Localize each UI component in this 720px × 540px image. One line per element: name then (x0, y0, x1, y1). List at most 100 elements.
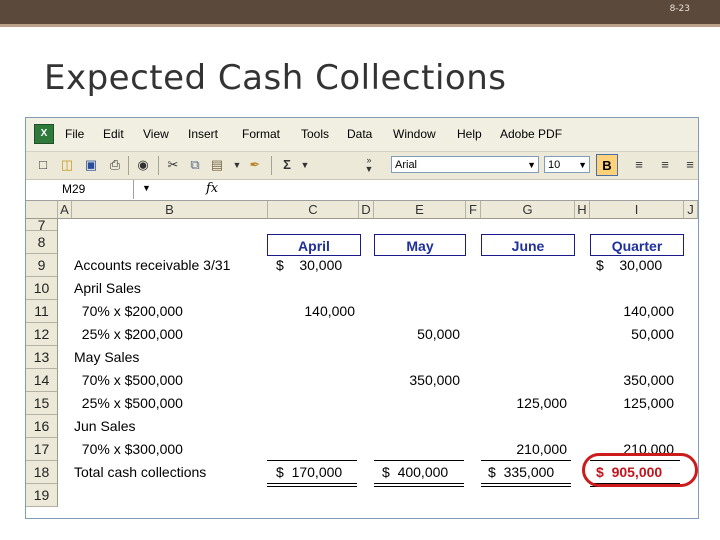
column-header-j[interactable]: J (684, 201, 698, 219)
cell-quarter[interactable]: 125,000 (588, 392, 674, 415)
menu-adobe-pdf[interactable]: Adobe PDF (500, 127, 562, 141)
cell-april-total[interactable]: $ 170,000 (276, 461, 356, 484)
menu-format[interactable]: Format (242, 127, 280, 141)
cell-may[interactable]: 350,000 (374, 369, 460, 392)
font-size-select[interactable]: 10 ▼ (544, 156, 590, 173)
menu-bar: X File Edit View Insert Format Tools Dat… (26, 118, 698, 152)
menu-view[interactable]: View (143, 127, 169, 141)
font-name-value: Arial (395, 159, 418, 171)
column-header-a[interactable]: A (58, 201, 72, 219)
menu-tools[interactable]: Tools (301, 127, 329, 141)
row-label[interactable]: 25% x $500,000 (74, 392, 183, 415)
standard-toolbar: □ ◫ ▣ ⎙ ◉ ✂ ⧉ ▤ ▼ ✒ Σ ▼ » ▼ Arial ▼ 10 ▼ … (26, 152, 698, 180)
row-label[interactable]: 70% x $300,000 (74, 438, 183, 461)
cell-june[interactable]: 125,000 (481, 392, 567, 415)
toolbar-separator (158, 156, 159, 175)
preview-icon[interactable]: ◉ (134, 156, 152, 174)
name-box[interactable]: M29 (26, 180, 134, 199)
align-left-icon[interactable]: ≡ (630, 156, 648, 174)
align-right-icon[interactable]: ≡ (681, 156, 698, 174)
autosum-dropdown-icon[interactable]: ▼ (296, 156, 314, 174)
menu-edit[interactable]: Edit (103, 127, 124, 141)
column-header-i[interactable]: I (590, 201, 684, 219)
menu-insert[interactable]: Insert (188, 127, 218, 141)
cell-june[interactable]: 210,000 (481, 438, 567, 461)
double-underline (481, 483, 571, 487)
toolbar-separator (128, 156, 129, 175)
row-header[interactable]: 13 (26, 346, 58, 369)
row-header[interactable]: 9 (26, 254, 58, 277)
column-header-g[interactable]: G (481, 201, 575, 219)
format-painter-icon[interactable]: ✒ (246, 156, 264, 174)
chevron-down-icon: ▼ (578, 160, 587, 170)
header-quarter[interactable]: Quarter (590, 234, 684, 256)
cell-quarter[interactable]: 350,000 (588, 369, 674, 392)
row-header[interactable]: 18 (26, 461, 58, 484)
row-label[interactable]: 25% x $200,000 (74, 323, 183, 346)
cell-may[interactable]: 50,000 (374, 323, 460, 346)
select-all-corner[interactable] (26, 201, 58, 219)
print-icon[interactable]: ⎙ (106, 156, 124, 174)
header-april[interactable]: April (267, 234, 361, 256)
chevron-down-icon: ▼ (527, 160, 536, 170)
toolbar-separator (271, 156, 272, 175)
row-header[interactable]: 14 (26, 369, 58, 392)
cell-quarter[interactable]: 50,000 (588, 323, 674, 346)
open-icon[interactable]: ◫ (58, 156, 76, 174)
cell-june-total[interactable]: $ 335,000 (488, 461, 568, 484)
row-label[interactable]: May Sales (74, 346, 139, 369)
row-header[interactable]: 10 (26, 277, 58, 300)
cell-april[interactable]: 140,000 (269, 300, 355, 323)
font-size-value: 10 (548, 159, 561, 171)
paste-dropdown-icon[interactable]: ▼ (228, 156, 246, 174)
cell-april[interactable]: $ 30,000 (276, 254, 356, 277)
cell-quarter[interactable]: 140,000 (588, 300, 674, 323)
row-header[interactable]: 11 (26, 300, 58, 323)
autosum-icon[interactable]: Σ (278, 156, 296, 174)
fx-icon[interactable]: fx (206, 181, 218, 196)
column-header-c[interactable]: C (268, 201, 359, 219)
column-header-d[interactable]: D (359, 201, 374, 219)
column-header-e[interactable]: E (374, 201, 466, 219)
row-header[interactable]: 7 (26, 219, 58, 231)
new-icon[interactable]: □ (34, 156, 52, 174)
save-icon[interactable]: ▣ (82, 156, 100, 174)
row-label[interactable]: Accounts receivable 3/31 (74, 254, 230, 277)
cut-icon[interactable]: ✂ (164, 156, 182, 174)
row-label[interactable]: Jun Sales (74, 415, 135, 438)
row-header[interactable]: 15 (26, 392, 58, 415)
bold-button[interactable]: B (596, 154, 618, 176)
menu-window[interactable]: Window (393, 127, 436, 141)
row-header[interactable]: 8 (26, 231, 58, 254)
toolbar-options-icon[interactable]: » ▼ (363, 156, 375, 176)
name-box-dropdown-icon[interactable]: ▼ (142, 183, 151, 193)
row-header[interactable]: 12 (26, 323, 58, 346)
cell-may-total[interactable]: $ 400,000 (382, 461, 462, 484)
menu-data[interactable]: Data (347, 127, 372, 141)
slide-title: Expected Cash Collections (44, 58, 507, 98)
column-header-h[interactable]: H (575, 201, 590, 219)
menu-help[interactable]: Help (457, 127, 482, 141)
align-center-icon[interactable]: ≡ (656, 156, 674, 174)
row-label-total[interactable]: Total cash collections (74, 461, 206, 484)
column-header-f[interactable]: F (466, 201, 481, 219)
formula-bar: M29 ▼ fx (26, 180, 698, 201)
column-header-b[interactable]: B (72, 201, 268, 219)
paste-icon[interactable]: ▤ (208, 156, 226, 174)
menu-file[interactable]: File (65, 127, 84, 141)
header-may[interactable]: May (374, 234, 466, 256)
double-underline (267, 483, 357, 487)
row-label[interactable]: 70% x $500,000 (74, 369, 183, 392)
row-header[interactable]: 16 (26, 415, 58, 438)
excel-app-icon[interactable]: X (34, 124, 54, 144)
cell-quarter[interactable]: $ 30,000 (596, 254, 676, 277)
highlight-ellipse (582, 453, 698, 487)
slide-top-accent (0, 24, 720, 27)
copy-icon[interactable]: ⧉ (186, 156, 204, 174)
row-header[interactable]: 17 (26, 438, 58, 461)
row-label[interactable]: 70% x $200,000 (74, 300, 183, 323)
row-header[interactable]: 19 (26, 484, 58, 507)
header-june[interactable]: June (481, 234, 575, 256)
row-label[interactable]: April Sales (74, 277, 141, 300)
font-name-select[interactable]: Arial ▼ (391, 156, 539, 173)
